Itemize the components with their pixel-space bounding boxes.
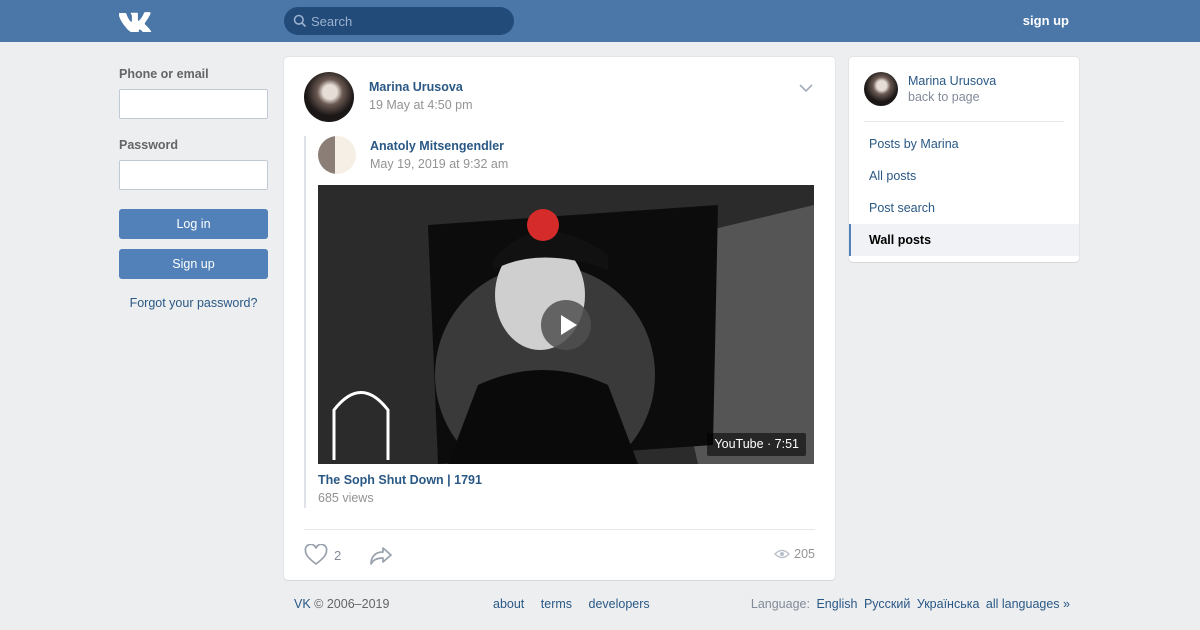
side-avatar[interactable] xyxy=(864,72,898,106)
header-signup-link[interactable]: sign up xyxy=(1023,13,1069,28)
search-icon xyxy=(293,14,307,28)
side-item-all-posts[interactable]: All posts xyxy=(849,160,1079,192)
password-field[interactable] xyxy=(119,160,268,190)
password-label: Password xyxy=(119,138,179,152)
login-button[interactable]: Log in xyxy=(119,209,268,239)
repost-bar xyxy=(304,136,306,508)
search-input[interactable] xyxy=(311,7,506,35)
lang-russian[interactable]: Русский xyxy=(864,597,910,611)
side-item-post-search[interactable]: Post search xyxy=(849,192,1079,224)
footer-link-about[interactable]: about xyxy=(493,597,524,611)
phone-label: Phone or email xyxy=(119,67,209,81)
forgot-password-link[interactable]: Forgot your password? xyxy=(119,296,268,310)
language-selector: Language: English Русский Українська all… xyxy=(751,597,1070,611)
side-item-posts-by-marina[interactable]: Posts by Marina xyxy=(849,128,1079,160)
chevron-down-icon[interactable] xyxy=(798,83,814,93)
post-author-link[interactable]: Marina Urusova xyxy=(369,80,463,94)
language-label: Language: xyxy=(750,597,810,611)
login-form: Phone or email Password Log in Sign up F… xyxy=(119,67,268,310)
views-count: 205 xyxy=(794,547,815,561)
footer-link-developers[interactable]: developers xyxy=(589,597,650,611)
footer-links: about terms developers xyxy=(493,597,663,611)
post-divider xyxy=(304,529,815,530)
vk-logo-icon[interactable] xyxy=(118,10,152,32)
lang-all[interactable]: all languages » xyxy=(986,597,1070,611)
right-panel: Marina Urusova back to page Posts by Mar… xyxy=(849,57,1079,262)
side-divider xyxy=(864,121,1064,122)
side-profile-name[interactable]: Marina Urusova xyxy=(908,74,996,88)
repost-author-avatar[interactable] xyxy=(318,136,356,174)
repost-date-link[interactable]: May 19, 2019 at 9:32 am xyxy=(370,157,508,171)
video-player[interactable]: YouTube · 7:51 xyxy=(318,185,814,464)
post-date-link[interactable]: 19 May at 4:50 pm xyxy=(369,98,473,112)
video-title-link[interactable]: The Soph Shut Down | 1791 xyxy=(318,473,482,487)
post-views: 205 xyxy=(774,547,815,561)
heart-icon xyxy=(304,544,328,566)
copyright-years: © 2006–2019 xyxy=(314,597,390,611)
copyright: VK © 2006–2019 xyxy=(294,597,389,611)
play-button[interactable] xyxy=(541,300,591,350)
back-to-page-link[interactable]: back to page xyxy=(908,90,980,104)
lang-english[interactable]: English xyxy=(816,597,857,611)
side-item-wall-posts[interactable]: Wall posts xyxy=(849,224,1079,256)
wall-post: Marina Urusova 19 May at 4:50 pm Anatoly… xyxy=(284,57,835,580)
share-icon[interactable] xyxy=(369,545,393,565)
phone-email-field[interactable] xyxy=(119,89,268,119)
footer-link-terms[interactable]: terms xyxy=(541,597,572,611)
vk-home-link[interactable]: VK xyxy=(294,597,311,611)
video-duration-badge: YouTube · 7:51 xyxy=(707,433,806,456)
repost-author-link[interactable]: Anatoly Mitsengendler xyxy=(370,139,504,153)
like-count: 2 xyxy=(334,548,342,563)
footer: VK © 2006–2019 about terms developers La… xyxy=(294,597,1070,615)
signup-button[interactable]: Sign up xyxy=(119,249,268,279)
search-box[interactable] xyxy=(284,7,514,35)
play-icon xyxy=(561,315,577,335)
eye-icon xyxy=(774,549,791,559)
top-header: sign up xyxy=(0,0,1200,42)
video-views-count: 685 views xyxy=(318,491,374,505)
lang-ukrainian[interactable]: Українська xyxy=(917,597,980,611)
author-avatar[interactable] xyxy=(304,72,354,122)
